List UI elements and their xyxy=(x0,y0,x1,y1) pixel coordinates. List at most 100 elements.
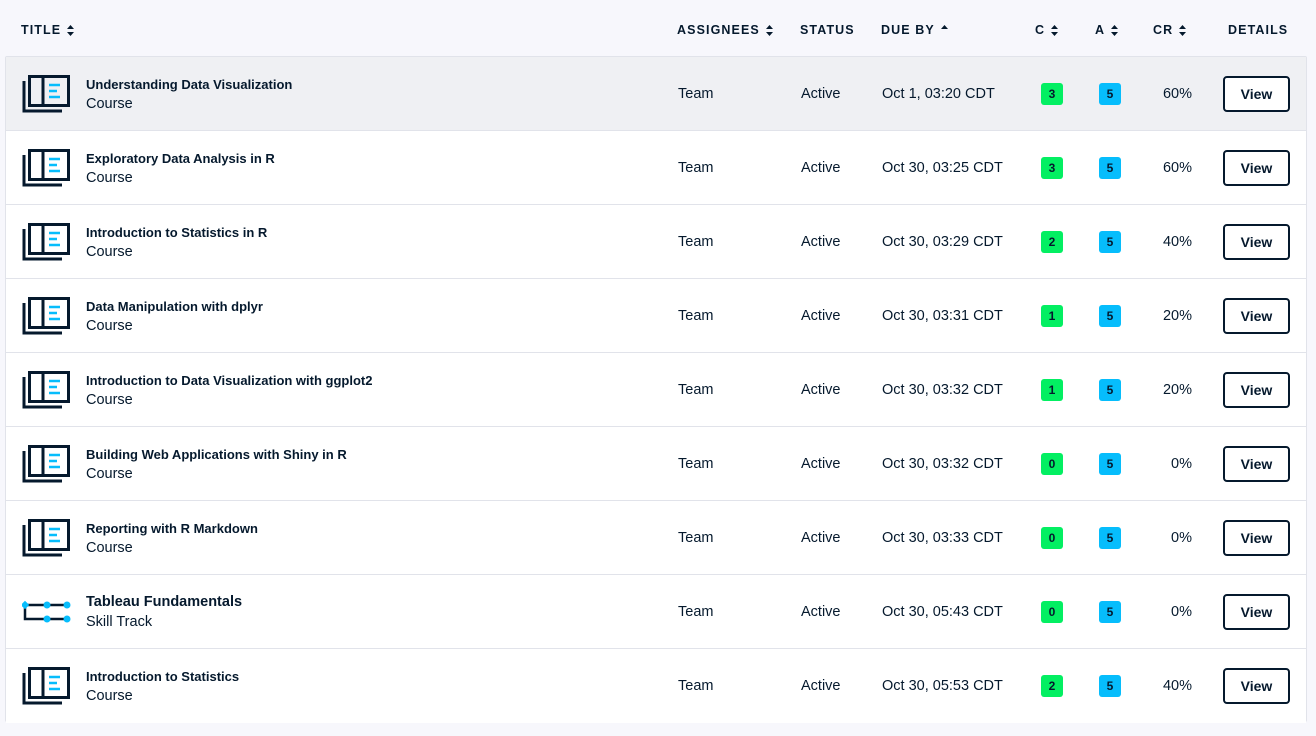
item-type: Course xyxy=(86,95,133,112)
a-cell: 5 xyxy=(1098,501,1122,575)
view-button[interactable]: View xyxy=(1223,150,1290,186)
assignees-cell: Team xyxy=(678,649,713,723)
view-button[interactable]: View xyxy=(1223,446,1290,482)
assignees-value: Team xyxy=(678,604,714,620)
details-cell: View xyxy=(1223,279,1290,353)
table-row[interactable]: Reporting with R Markdown Course Team Ac… xyxy=(6,501,1306,575)
assignees-value: Team xyxy=(678,530,714,546)
assignees-cell: Team xyxy=(678,575,713,649)
view-button[interactable]: View xyxy=(1223,594,1290,630)
title-cell: Reporting with R Markdown Course xyxy=(86,501,258,575)
sort-both-icon xyxy=(1051,24,1059,36)
details-cell: View xyxy=(1223,205,1290,279)
table-row[interactable]: Introduction to Data Visualization with … xyxy=(6,353,1306,427)
item-title: Introduction to Statistics in R xyxy=(86,224,268,240)
due-cell: Oct 30, 03:29 CDT xyxy=(882,205,1003,279)
assignees-cell: Team xyxy=(678,279,713,353)
view-button[interactable]: View xyxy=(1223,372,1290,408)
course-icon xyxy=(22,649,72,723)
assignees-cell: Team xyxy=(678,427,713,501)
table-row[interactable]: Introduction to Statistics Course Team A… xyxy=(6,649,1306,723)
assignees-cell: Team xyxy=(678,131,713,205)
column-header-details: DETAILS xyxy=(1228,22,1288,38)
c-badge: 2 xyxy=(1041,675,1063,697)
a-badge: 5 xyxy=(1099,453,1121,475)
due-cell: Oct 30, 03:32 CDT xyxy=(882,427,1003,501)
sort-both-icon xyxy=(1179,24,1187,36)
item-title: Exploratory Data Analysis in R xyxy=(86,150,275,166)
due-cell: Oct 30, 05:53 CDT xyxy=(882,649,1003,723)
status-value: Active xyxy=(801,456,841,472)
assignees-cell: Team xyxy=(678,501,713,575)
item-title: Introduction to Data Visualization with … xyxy=(86,372,373,388)
table-row[interactable]: Introduction to Statistics in R Course T… xyxy=(6,205,1306,279)
column-header-due-by-label: DUE BY xyxy=(881,23,935,37)
a-cell: 5 xyxy=(1098,649,1122,723)
a-badge: 5 xyxy=(1099,601,1121,623)
a-cell: 5 xyxy=(1098,279,1122,353)
column-header-c-label: C xyxy=(1035,23,1046,37)
view-button[interactable]: View xyxy=(1223,520,1290,556)
cr-cell: 0% xyxy=(1146,501,1192,575)
completion-rate-value: 60% xyxy=(1162,160,1192,176)
due-date-value: Oct 1, 03:20 CDT xyxy=(882,86,995,102)
c-cell: 2 xyxy=(1040,205,1064,279)
due-date-value: Oct 30, 05:53 CDT xyxy=(882,678,1003,694)
c-cell: 1 xyxy=(1040,279,1064,353)
course-icon xyxy=(22,279,72,353)
c-cell: 2 xyxy=(1040,649,1064,723)
table-row[interactable]: Data Manipulation with dplyr Course Team… xyxy=(6,279,1306,353)
details-cell: View xyxy=(1223,649,1290,723)
column-header-assignees[interactable]: ASSIGNEES xyxy=(677,22,773,38)
details-cell: View xyxy=(1223,57,1290,131)
course-icon xyxy=(22,501,72,575)
status-value: Active xyxy=(801,234,841,250)
column-header-a[interactable]: A xyxy=(1095,22,1119,38)
item-type: Course xyxy=(86,169,133,186)
item-type: Course xyxy=(86,465,133,482)
cr-cell: 60% xyxy=(1146,57,1192,131)
column-header-cr[interactable]: CR xyxy=(1153,22,1187,38)
view-button[interactable]: View xyxy=(1223,668,1290,704)
title-cell: Exploratory Data Analysis in R Course xyxy=(86,131,275,205)
due-date-value: Oct 30, 03:32 CDT xyxy=(882,456,1003,472)
c-badge: 0 xyxy=(1041,527,1063,549)
completion-rate-value: 40% xyxy=(1162,678,1192,694)
a-cell: 5 xyxy=(1098,205,1122,279)
status-cell: Active xyxy=(801,205,841,279)
view-button[interactable]: View xyxy=(1223,298,1290,334)
table-row[interactable]: Exploratory Data Analysis in R Course Te… xyxy=(6,131,1306,205)
view-button[interactable]: View xyxy=(1223,224,1290,260)
details-cell: View xyxy=(1223,575,1290,649)
due-date-value: Oct 30, 03:25 CDT xyxy=(882,160,1003,176)
status-cell: Active xyxy=(801,575,841,649)
due-date-value: Oct 30, 05:43 CDT xyxy=(882,604,1003,620)
sort-both-icon xyxy=(765,24,773,36)
table-row[interactable]: Building Web Applications with Shiny in … xyxy=(6,427,1306,501)
column-header-details-label: DETAILS xyxy=(1228,23,1289,37)
completion-rate-value: 20% xyxy=(1162,308,1192,324)
item-type: Course xyxy=(86,687,133,704)
a-badge: 5 xyxy=(1099,675,1121,697)
view-button[interactable]: View xyxy=(1223,76,1290,112)
status-cell: Active xyxy=(801,279,841,353)
column-header-due-by[interactable]: DUE BY xyxy=(881,22,948,38)
sort-both-icon xyxy=(67,24,75,36)
due-cell: Oct 30, 05:43 CDT xyxy=(882,575,1003,649)
a-cell: 5 xyxy=(1098,427,1122,501)
column-header-c[interactable]: C xyxy=(1035,22,1059,38)
table-row[interactable]: Understanding Data Visualization Course … xyxy=(6,57,1306,131)
assignees-value: Team xyxy=(678,382,714,398)
title-cell: Introduction to Statistics Course xyxy=(86,649,239,723)
table-row[interactable]: Tableau Fundamentals Skill Track Team Ac… xyxy=(6,575,1306,649)
status-cell: Active xyxy=(801,501,841,575)
c-badge: 1 xyxy=(1041,305,1063,327)
column-header-title[interactable]: TITLE xyxy=(21,22,75,38)
assignees-cell: Team xyxy=(678,205,713,279)
c-cell: 0 xyxy=(1040,501,1064,575)
c-cell: 0 xyxy=(1040,575,1064,649)
a-badge: 5 xyxy=(1099,157,1121,179)
status-cell: Active xyxy=(801,131,841,205)
title-cell: Data Manipulation with dplyr Course xyxy=(86,279,263,353)
cr-cell: 20% xyxy=(1146,279,1192,353)
